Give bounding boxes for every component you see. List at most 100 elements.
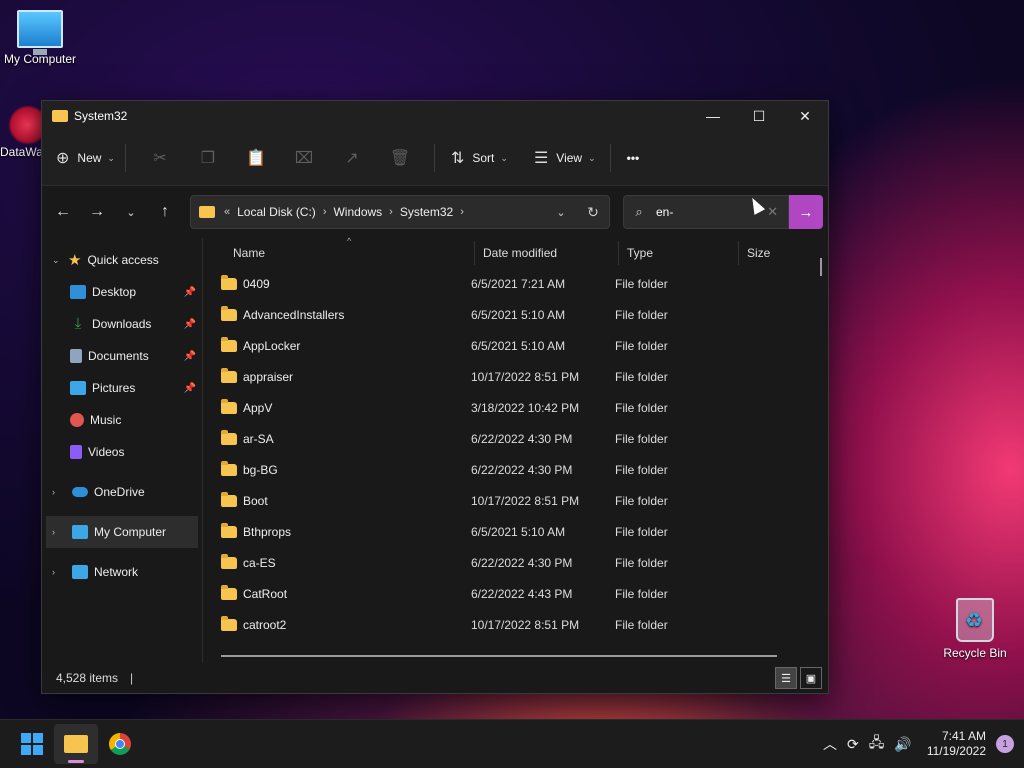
folder-icon (221, 491, 237, 507)
up-arrow-icon[interactable]: ↑ (148, 203, 182, 221)
file-type: File folder (615, 555, 668, 570)
show-hidden-icons-chevron-icon[interactable]: ︿ (823, 734, 837, 754)
rename-icon[interactable]: ⌧ (280, 148, 328, 168)
sidebar-item-downloads[interactable]: ⤓ Downloads 📌 (42, 308, 202, 340)
chevron-down-icon: ⌄ (588, 152, 596, 163)
start-button[interactable] (10, 724, 54, 764)
chevron-right-icon[interactable]: › (52, 527, 66, 537)
chrome-icon (109, 733, 131, 755)
column-header-date[interactable]: Date modified (475, 241, 619, 265)
horizontal-scrollbar[interactable] (221, 655, 777, 657)
taskbar-file-explorer[interactable] (54, 724, 98, 764)
back-arrow-icon[interactable]: ← (46, 203, 80, 221)
network-status-icon[interactable]: 🖧 (869, 732, 885, 756)
table-row[interactable]: ca-ES 6/22/2022 4:30 PM File folder (203, 547, 828, 578)
breadcrumb-system32[interactable]: System32 (400, 205, 453, 219)
chevron-right-icon[interactable]: › (460, 206, 464, 218)
chevron-down-icon: ⌄ (107, 152, 115, 163)
copy-icon[interactable]: ❐ (184, 148, 232, 168)
sidebar-item-onedrive[interactable]: › OneDrive (42, 476, 202, 508)
desktop-icon-my-computer[interactable]: My Computer (0, 10, 80, 66)
table-row[interactable]: CatRoot 6/22/2022 4:43 PM File folder (203, 578, 828, 609)
recent-locations-chevron-icon[interactable]: ⌄ (114, 206, 148, 219)
close-button[interactable]: ✕ (782, 101, 828, 131)
sync-status-icon[interactable]: ⟳ (847, 736, 859, 753)
title-bar[interactable]: System32 — ☐ ✕ (42, 101, 828, 131)
item-count: 4,528 items (56, 671, 119, 685)
maximize-button[interactable]: ☐ (736, 101, 782, 131)
table-row[interactable]: appraiser 10/17/2022 8:51 PM File folder (203, 361, 828, 392)
sidebar-item-music[interactable]: Music (42, 404, 202, 436)
table-row[interactable]: AdvancedInstallers 6/5/2021 5:10 AM File f… (203, 299, 828, 330)
chevron-right-icon[interactable]: › (52, 487, 66, 497)
address-bar[interactable]: « Local Disk (C:) › Windows › System32 ›… (190, 195, 610, 229)
desktop-icon-recycle-bin[interactable]: Recycle Bin (935, 598, 1015, 660)
clear-search-icon[interactable]: ✕ (767, 204, 778, 220)
toolbar-divider (609, 144, 611, 172)
file-name: AppV (243, 400, 273, 415)
search-input[interactable] (654, 204, 748, 220)
sidebar-item-documents[interactable]: Documents 📌 (42, 340, 202, 372)
sidebar-item-desktop[interactable]: Desktop 📌 (42, 276, 202, 308)
clock[interactable]: 7:41 AM 11/19/2022 (927, 729, 986, 759)
file-name: appraiser (243, 369, 294, 384)
sidebar-item-my-computer[interactable]: › My Computer (46, 516, 198, 548)
sidebar-item-pictures[interactable]: Pictures 📌 (42, 372, 202, 404)
view-label: View (556, 151, 583, 165)
table-row[interactable]: Boot 10/17/2022 8:51 PM File folder (203, 485, 828, 516)
sidebar-item-network[interactable]: › Network (42, 556, 202, 588)
chevron-right-icon[interactable]: › (52, 567, 66, 577)
table-row[interactable]: catroot2 10/17/2022 8:51 PM File folder (203, 609, 828, 640)
details-view-icon[interactable]: ☰ (775, 667, 797, 689)
videos-icon (70, 445, 82, 459)
plus-circle-icon: ⊕ (56, 150, 70, 167)
sidebar-item-videos[interactable]: Videos (42, 436, 202, 468)
table-row[interactable]: 0409 6/5/2021 7:21 AM File folder (203, 268, 828, 299)
column-header-size[interactable]: Size (739, 241, 819, 265)
table-row[interactable]: AppLocker 6/5/2021 5:10 AM File folder (203, 330, 828, 361)
forward-arrow-icon[interactable]: → (80, 203, 114, 221)
chevron-right-icon[interactable]: › (323, 206, 327, 218)
table-row[interactable]: bg-BG 6/22/2022 4:30 PM File folder (203, 454, 828, 485)
refresh-icon[interactable]: ↻ (577, 204, 609, 221)
table-row[interactable]: ar-SA 6/22/2022 4:30 PM File folder (203, 423, 828, 454)
file-date: 6/22/2022 4:30 PM (471, 555, 573, 570)
sort-label: Sort (472, 151, 495, 165)
volume-icon[interactable]: 🔊 (894, 736, 911, 753)
minimize-button[interactable]: — (690, 101, 736, 131)
cut-icon[interactable]: ✂ (136, 148, 184, 168)
notification-badge[interactable]: 1 (996, 735, 1014, 753)
search-go-button[interactable]: → (789, 195, 823, 229)
view-button[interactable]: ☰ View ⌄ (534, 148, 596, 168)
folder-icon (221, 584, 237, 600)
delete-icon[interactable]: 🗑 (376, 148, 424, 168)
address-history-chevron-icon[interactable]: ⌄ (545, 206, 577, 219)
column-header-name[interactable]: Name (203, 241, 475, 265)
sort-button[interactable]: ⇅ Sort ⌄ (451, 148, 508, 168)
table-row[interactable]: AppV 3/18/2022 10:42 PM File folder (203, 392, 828, 423)
folder-icon (221, 429, 237, 445)
command-bar: ⊕ New ⌄ ✂ ❐ 📋 ⌧ ↗ 🗑 ⇅ Sort ⌄ ☰ View ⌄ ••… (42, 131, 828, 186)
navigation-pane: ⌄ ★ Quick access Desktop 📌 ⤓ Downloads 📌… (42, 238, 202, 663)
vertical-scrollbar[interactable] (820, 258, 822, 276)
tiles-view-icon[interactable]: ▣ (800, 667, 822, 689)
chevron-right-icon[interactable]: › (389, 206, 393, 218)
file-date: 6/5/2021 5:10 AM (471, 307, 566, 322)
ellipsis-icon: ••• (626, 151, 640, 165)
paste-icon[interactable]: 📋 (232, 148, 280, 168)
sidebar-item-label: Downloads (92, 317, 152, 331)
file-type: File folder (615, 617, 668, 632)
taskbar-chrome[interactable] (98, 724, 142, 764)
more-options-button[interactable]: ••• (627, 151, 640, 165)
breadcrumb-overflow[interactable]: « (224, 206, 230, 218)
column-header-type[interactable]: Type (619, 241, 739, 265)
pin-icon: 📌 (183, 382, 196, 394)
table-row[interactable]: Bthprops 6/5/2021 5:10 AM File folder (203, 516, 828, 547)
new-button[interactable]: ⊕ New ⌄ (56, 148, 115, 168)
chevron-down-icon[interactable]: ⌄ (52, 255, 66, 266)
share-icon[interactable]: ↗ (328, 148, 376, 168)
breadcrumb-windows[interactable]: Windows (333, 205, 382, 219)
breadcrumb-local-disk[interactable]: Local Disk (C:) (237, 205, 316, 219)
search-box[interactable]: ⌕ ✕ (623, 195, 789, 229)
sidebar-item-quick-access[interactable]: ⌄ ★ Quick access (42, 244, 202, 276)
